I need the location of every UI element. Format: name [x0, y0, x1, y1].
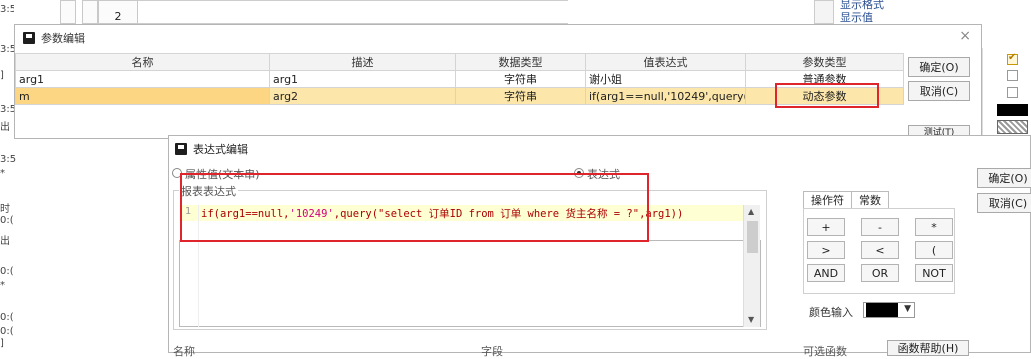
grid-cell-number: 2 [98, 0, 138, 24]
cell-name[interactable]: m [15, 87, 270, 105]
cancel-button[interactable]: 取消(C) [977, 193, 1031, 213]
table-row-selected[interactable]: m arg2 字符串 if(arg1==null,'10249',query("… [15, 87, 904, 105]
operator-tabs: 操作符 常数 [803, 191, 889, 209]
cell-name[interactable]: arg1 [15, 70, 270, 88]
tab-operators[interactable]: 操作符 [803, 191, 852, 209]
cell-type[interactable]: 字符串 [455, 87, 586, 105]
operator-gt-button[interactable]: > [807, 241, 845, 259]
available-functions-label: 可选函数 [803, 345, 847, 358]
background-property-column [982, 48, 1031, 138]
operator-or-button[interactable]: OR [861, 264, 899, 282]
window-icon [23, 32, 35, 44]
background-row-labels: 3:58] 3:5 ] 3:5 出 3:5 * 时 0:( 出 0:( * 0:… [0, 0, 26, 353]
cell-value[interactable]: 谢小姐 [585, 70, 746, 88]
grid-row [138, 0, 568, 24]
operator-and-button[interactable]: AND [807, 264, 845, 282]
property-checkbox[interactable] [1007, 70, 1018, 81]
dialog-title: 参数编辑 [41, 32, 85, 45]
function-help-button[interactable]: 函数帮助(H) [887, 340, 969, 356]
row-label: * [0, 280, 5, 291]
row-label: 3:5 [0, 154, 17, 165]
property-checkbox-checked[interactable] [1007, 52, 1018, 65]
row-label: 0:( [0, 266, 14, 277]
chevron-down-icon[interactable]: ▼ [904, 304, 911, 314]
color-preview [866, 303, 898, 317]
operator-not-button[interactable]: NOT [915, 264, 953, 282]
operator-minus-button[interactable]: - [861, 218, 899, 236]
param-edit-dialog: 参数编辑 × 名称 描述 数据类型 值表达式 参数类型 arg1 arg1 字符… [14, 24, 982, 139]
column-header-param-type[interactable]: 参数类型 [745, 53, 904, 71]
annotation-box [775, 83, 879, 108]
property-checkbox[interactable] [1007, 87, 1018, 98]
grid-cell [82, 0, 98, 24]
background-tree-panel: 显示格式 显示值 [800, 0, 1031, 24]
cell-desc[interactable]: arg1 [269, 70, 456, 88]
operator-lt-button[interactable]: < [861, 241, 899, 259]
cancel-button[interactable]: 取消(C) [908, 81, 970, 101]
tab-constants[interactable]: 常数 [851, 191, 889, 209]
scroll-thumb[interactable] [747, 221, 758, 253]
annotation-box [180, 173, 649, 242]
column-header-desc[interactable]: 描述 [269, 53, 456, 71]
scroll-up-icon[interactable]: ▲ [748, 207, 754, 216]
row-label: 0:( [0, 215, 14, 226]
dialog-title-bar: 参数编辑 [23, 31, 85, 45]
operator-multiply-button[interactable]: * [915, 218, 953, 236]
dialog-title: 表达式编辑 [193, 143, 248, 156]
row-label: * [0, 168, 5, 179]
row-label: 时 [0, 204, 10, 215]
pattern-swatch[interactable] [997, 120, 1028, 134]
ok-button[interactable]: 确定(O) [977, 168, 1031, 188]
tree-scroll [814, 0, 834, 24]
column-header-type[interactable]: 数据类型 [455, 53, 586, 71]
field-label: 字段 [481, 345, 503, 358]
operator-plus-button[interactable]: + [807, 218, 845, 236]
dialog-title-bar: 表达式编辑 [175, 142, 248, 156]
param-table: 名称 描述 数据类型 值表达式 参数类型 arg1 arg1 字符串 谢小姐 普… [15, 53, 904, 105]
row-label: 0:( [0, 326, 14, 337]
row-label: ] [0, 70, 4, 81]
tree-item-display[interactable]: 显示值 [840, 9, 873, 25]
color-picker[interactable]: ▼ [863, 302, 915, 318]
expression-edit-dialog: 表达式编辑 属性值(文本串) 表达式 报表表达式 1 if(arg1==null… [168, 135, 1031, 358]
color-swatch-black[interactable] [997, 104, 1028, 116]
column-header-value[interactable]: 值表达式 [585, 53, 746, 71]
cell-desc[interactable]: arg2 [269, 87, 456, 105]
cell-type[interactable]: 字符串 [455, 70, 586, 88]
window-icon [175, 143, 187, 155]
close-icon[interactable]: × [959, 28, 971, 44]
row-label: 出 [0, 122, 10, 133]
editor-scrollbar[interactable]: ▲ ▼ [743, 205, 760, 327]
row-label: 出 [0, 236, 10, 247]
function-name-label: 名称 [173, 345, 195, 358]
row-label: 0:( [0, 312, 14, 323]
background-grid: 2 [14, 0, 814, 24]
column-header-name[interactable]: 名称 [15, 53, 270, 71]
cell-value[interactable]: if(arg1==null,'10249',query("s... [585, 87, 746, 105]
color-input-label: 颜色输入 [809, 306, 853, 319]
ok-button[interactable]: 确定(O) [908, 57, 970, 77]
table-row[interactable]: arg1 arg1 字符串 谢小姐 普通参数 [15, 70, 904, 88]
operator-paren-button[interactable]: ( [915, 241, 953, 259]
grid-cell [60, 0, 76, 24]
row-label: ] [0, 338, 4, 349]
scroll-down-icon[interactable]: ▼ [748, 315, 754, 324]
